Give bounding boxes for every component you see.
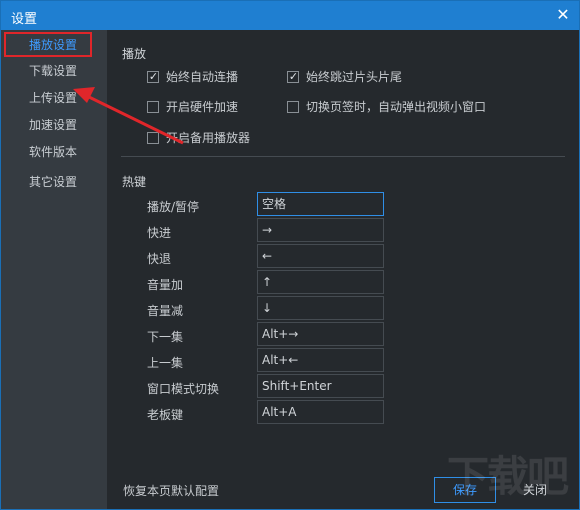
settings-window: 设置 ✕ 播放设置 下载设置 上传设置 加速设置 软件版本 其它设置 播放 始终… (0, 0, 580, 510)
hotkey-input-window-mode[interactable]: Shift+Enter (257, 374, 384, 398)
hotkey-label-prev-episode: 上一集 (147, 356, 184, 370)
hotkey-label-window-mode: 窗口模式切换 (147, 382, 220, 396)
annotation-highlight-box (4, 32, 92, 57)
checkbox-unchecked-icon (147, 101, 159, 113)
close-icon[interactable]: ✕ (553, 5, 573, 25)
checkbox-backup-player[interactable]: 开启备用播放器 (147, 130, 277, 146)
settings-content: 播放 始终自动连播 始终跳过片头片尾 开启硬件加速 切换页签时，自动弹出视频小窗… (107, 30, 579, 509)
playback-section-title: 播放 (122, 47, 147, 61)
checkbox-auto-play-next[interactable]: 始终自动连播 (147, 69, 277, 85)
checkbox-hardware-acceleration[interactable]: 开启硬件加速 (147, 99, 277, 115)
hotkey-label-play-pause: 播放/暂停 (147, 200, 200, 214)
hotkey-input-forward[interactable]: → (257, 218, 384, 242)
hotkey-label-volume-down: 音量减 (147, 304, 184, 318)
title-bar: 设置 ✕ (1, 1, 579, 30)
hotkey-label-next-episode: 下一集 (147, 330, 184, 344)
watermark-logo: 下载吧 (447, 452, 569, 501)
hotkey-label-volume-up: 音量加 (147, 278, 184, 292)
sidebar-item-upload[interactable]: 上传设置 (1, 86, 107, 110)
hotkeys-section-title: 热键 (122, 175, 147, 189)
sidebar-item-download[interactable]: 下载设置 (1, 59, 107, 83)
window-title: 设置 (11, 12, 38, 27)
hotkey-input-rewind[interactable]: ← (257, 244, 384, 268)
hotkey-input-boss-key[interactable]: Alt+A (257, 400, 384, 424)
checkbox-unchecked-icon (287, 101, 299, 113)
sidebar-item-acceleration[interactable]: 加速设置 (1, 113, 107, 137)
sidebar-item-version[interactable]: 软件版本 (1, 140, 107, 164)
checkbox-unchecked-icon (147, 132, 159, 144)
restore-defaults-link[interactable]: 恢复本页默认配置 (123, 482, 219, 499)
hotkey-label-rewind: 快退 (147, 252, 172, 266)
hotkey-input-next-episode[interactable]: Alt+→ (257, 322, 384, 346)
hotkey-input-volume-down[interactable]: ↓ (257, 296, 384, 320)
settings-sidebar: 播放设置 下载设置 上传设置 加速设置 软件版本 其它设置 (1, 30, 107, 509)
sidebar-item-other[interactable]: 其它设置 (1, 170, 107, 194)
checkbox-auto-mini-window[interactable]: 切换页签时，自动弹出视频小窗口 (287, 99, 497, 115)
checkbox-checked-icon (147, 69, 159, 85)
checkbox-checked-icon (287, 69, 299, 85)
checkbox-skip-intro-outro[interactable]: 始终跳过片头片尾 (287, 69, 437, 85)
hotkey-label-forward: 快进 (147, 226, 172, 240)
hotkey-input-play-pause[interactable]: 空格 (257, 192, 384, 216)
hotkey-label-boss-key: 老板键 (147, 408, 184, 422)
hotkey-input-prev-episode[interactable]: Alt+← (257, 348, 384, 372)
section-divider (121, 156, 565, 157)
hotkey-input-volume-up[interactable]: ↑ (257, 270, 384, 294)
